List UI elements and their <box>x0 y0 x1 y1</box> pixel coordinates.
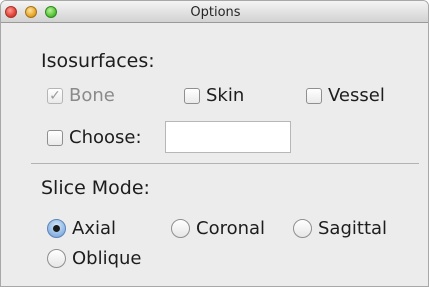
skin-checkbox[interactable]: Skin <box>184 85 244 106</box>
coronal-label: Coronal <box>196 218 266 239</box>
title-bar[interactable]: Options <box>1 1 428 23</box>
bone-checkbox: ✓ Bone <box>47 85 115 106</box>
checkbox-box[interactable] <box>306 87 322 104</box>
choose-label: Choose: <box>69 127 142 148</box>
axial-radio[interactable]: Axial <box>47 218 116 239</box>
choose-input[interactable] <box>165 121 291 153</box>
options-window: Options Isosurfaces: ✓ Bone Skin Vessel … <box>0 0 429 287</box>
radio-unselected-icon[interactable] <box>47 249 66 268</box>
oblique-label: Oblique <box>72 248 142 269</box>
bone-label: Bone <box>69 85 115 106</box>
window-title: Options <box>190 5 241 20</box>
vessel-label: Vessel <box>328 85 385 106</box>
checkbox-box[interactable] <box>184 87 200 104</box>
radio-unselected-icon[interactable] <box>293 219 312 238</box>
oblique-radio[interactable]: Oblique <box>47 248 142 269</box>
skin-label: Skin <box>206 85 245 106</box>
axial-label: Axial <box>72 218 116 239</box>
radio-selected-icon[interactable] <box>47 219 66 238</box>
choose-checkbox[interactable]: Choose: <box>47 127 142 148</box>
sagittal-radio[interactable]: Sagittal <box>293 218 387 239</box>
isosurfaces-label: Isosurfaces: <box>41 50 155 72</box>
vessel-checkbox[interactable]: Vessel <box>306 85 385 106</box>
sagittal-label: Sagittal <box>318 218 388 239</box>
coronal-radio[interactable]: Coronal <box>171 218 265 239</box>
radio-unselected-icon[interactable] <box>171 219 190 238</box>
checkmark-icon: ✓ <box>47 87 63 104</box>
checkbox-box[interactable] <box>47 129 63 146</box>
slice-mode-label: Slice Mode: <box>41 177 150 199</box>
section-divider <box>31 163 419 164</box>
